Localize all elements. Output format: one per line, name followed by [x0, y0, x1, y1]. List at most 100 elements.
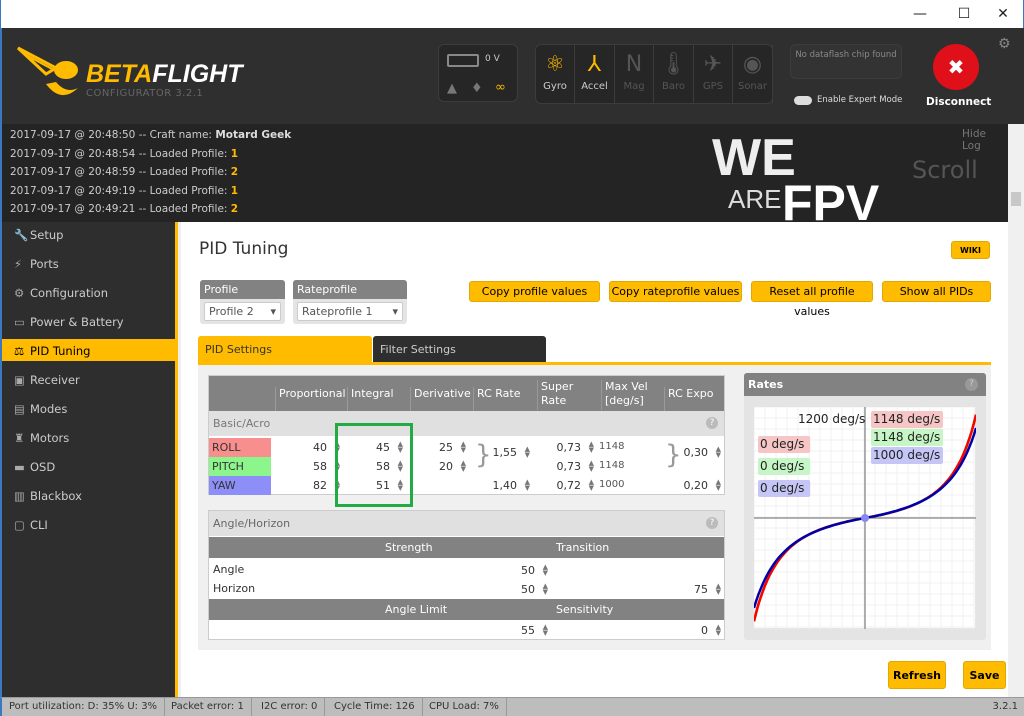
angle-limit-header: Angle Limit [385, 603, 448, 616]
scrollbar-thumb[interactable] [1011, 192, 1021, 206]
tab-filter-settings[interactable]: Filter Settings [373, 336, 546, 363]
pitch-d-input[interactable]: 20 ▲ ▼ [406, 457, 469, 476]
tab-pid-settings[interactable]: PID Settings [198, 336, 372, 363]
scrollbar[interactable] [1008, 124, 1024, 697]
roll-d-input[interactable]: 25 ▲ ▼ [406, 438, 469, 457]
version: 3.2.1 [992, 701, 1018, 712]
settings-gear-icon[interactable]: ⚙ [998, 36, 1011, 52]
copy-profile-button[interactable]: Copy profile values [469, 281, 600, 302]
rc-expo-bracket: } [665, 440, 682, 470]
rateprofile-select[interactable]: Rateprofile 1 ▾ [297, 302, 403, 321]
log-line: 2017-09-17 @ 20:49:21 -- Loaded Profile:… [10, 200, 238, 218]
horizon-strength-input[interactable]: 50 ▲ ▼ [381, 580, 551, 599]
roll-p-input[interactable]: 40 ▲ ▼ [271, 438, 343, 457]
help-icon[interactable]: ? [965, 378, 978, 391]
battery-panel: 0 V ▲ ♦ ∞ [438, 44, 518, 102]
log-panel: 2017-09-17 @ 20:48:50 -- Craft name: Mot… [0, 124, 1008, 231]
sensitivity-input[interactable]: 0 ▲ ▼ [552, 621, 724, 640]
page-title: PID Tuning [199, 239, 289, 259]
strength-header: Strength [385, 541, 433, 554]
scroll-hint: Scroll [912, 156, 978, 184]
angle-header-row [209, 537, 724, 558]
sidebar-item-receiver[interactable]: ▣ Receiver [2, 368, 178, 392]
show-all-pids-button[interactable]: Show all PIDs [882, 281, 991, 302]
yaw-super-rate-input[interactable]: 0,72 ▲ ▼ [533, 476, 597, 495]
pitch-super-rate-input[interactable]: 0,73 ▲ ▼ [533, 457, 597, 476]
basic-acro-title: Basic/Acro [209, 411, 724, 436]
horizon-label: Horizon [213, 582, 256, 595]
betaflight-logo-icon [16, 46, 78, 96]
angle-label: Angle [213, 563, 245, 576]
angle-limit-input[interactable]: 55 ▲ ▼ [381, 621, 551, 640]
sidebar-item-label: Modes [30, 402, 68, 416]
sidebar-item-setup[interactable]: 🔧 Setup [2, 223, 178, 247]
reset-profile-button[interactable]: Reset all profile values [751, 281, 873, 318]
sidebar-item-label: Power & Battery [30, 315, 124, 329]
sidebar-item-cli[interactable]: ▢ CLI [2, 513, 178, 537]
disconnect-usb-icon[interactable]: ✖ [933, 44, 979, 90]
packet-error: Packet error: 1 [164, 698, 252, 716]
sidebar-item-configuration[interactable]: ⚙ Configuration [2, 281, 178, 305]
motor-icon: ♜ [14, 431, 25, 445]
close-button[interactable]: ✕ [986, 0, 1020, 28]
refresh-button[interactable]: Refresh [888, 661, 946, 689]
help-icon[interactable]: ? [706, 417, 718, 429]
log-line: 2017-09-17 @ 20:48:54 -- Loaded Profile:… [10, 145, 238, 163]
hide-log-link[interactable]: Hide Log [962, 128, 1008, 152]
receiver-icon: ▣ [14, 373, 25, 387]
sonar-icon: ◉ [742, 52, 763, 77]
pid-header-row: Proportional Integral Derivative RC Rate Sup… [209, 376, 724, 417]
disconnect-button[interactable]: Disconnect [926, 96, 991, 108]
sidebar-item-label: PID Tuning [30, 344, 91, 358]
log-line: 2017-09-17 @ 20:48:59 -- Loaded Profile:… [10, 163, 238, 181]
pitch-p-input[interactable]: 58 ▲ ▼ [271, 457, 343, 476]
sensor-gyro: ⚛ Gyro [536, 45, 575, 103]
yaw-rc-rate-input[interactable]: 1,40 ▲ ▼ [469, 476, 533, 495]
expert-mode-toggle[interactable] [794, 96, 812, 105]
axis-label-roll: ROLL [209, 438, 271, 457]
gear-icon: ⚙ [14, 286, 25, 300]
max-vel-value: 1000 [599, 479, 625, 490]
yaw-rc-expo-input[interactable]: 0,20 ▲ ▼ [660, 476, 724, 495]
sidebar-item-label: Ports [30, 257, 59, 271]
cycle-time: Cycle Time: 126 [327, 698, 423, 716]
sidebar-item-osd[interactable]: ▬ OSD [2, 455, 178, 479]
save-button[interactable]: Save [963, 661, 1006, 689]
sensor-baro: 🌡 Baro [655, 45, 694, 103]
sidebar-item-pid-tuning[interactable]: ⚖ PID Tuning [2, 339, 178, 361]
pid-icon: ⚖ [14, 344, 25, 358]
log-value: 2 [230, 166, 239, 178]
wiki-button[interactable]: WIKI [951, 241, 990, 259]
sidebar-item-modes[interactable]: ▤ Modes [2, 397, 178, 421]
header: BETAFLIGHT CONFIGURATOR 3.2.1 0 V ▲ ♦ ∞ … [0, 28, 1024, 124]
rc-rate-bracket: } [475, 440, 492, 470]
angle-strength-input[interactable]: 50 ▲ ▼ [381, 561, 551, 580]
log-line: 2017-09-17 @ 20:49:19 -- Loaded Profile:… [10, 182, 238, 200]
modes-icon: ▤ [14, 402, 25, 416]
profile-select[interactable]: Profile 2 ▾ [204, 302, 281, 321]
maximize-button[interactable]: ☐ [947, 0, 981, 28]
rates-panel: Rates ? 1200 deg/s 1148 deg/s 1148 deg/s 10… [744, 373, 986, 640]
gps-icon: ✈ [703, 52, 723, 77]
sensor-label: Gyro [543, 81, 567, 92]
app-version: CONFIGURATOR 3.2.1 [86, 88, 204, 99]
yaw-p-input[interactable]: 82 ▲ ▼ [271, 476, 343, 495]
roll-super-rate-input[interactable]: 0,73 ▲ ▼ [533, 438, 597, 457]
log-value: 1 [230, 184, 239, 197]
sidebar-item-motors[interactable]: ♜ Motors [2, 426, 178, 450]
pid-table: Proportional Integral Derivative RC Rate Sup… [208, 375, 725, 495]
status-bar: Port utilization: D: 35% U: 3% Packet er… [0, 697, 1024, 716]
mag-icon: N [625, 52, 643, 77]
osd-icon: ▬ [14, 460, 25, 474]
link-icon: ∞ [495, 80, 506, 95]
sidebar-item-power-battery[interactable]: ▭ Power & Battery [2, 310, 178, 334]
roll-current-rate-label: 0 deg/s [760, 437, 804, 451]
sidebar-item-blackbox[interactable]: ▥ Blackbox [2, 484, 178, 508]
log-text: 2017-09-17 @ 20:48:50 -- Craft name: [10, 129, 216, 141]
logo-text: BETAFLIGHT [86, 60, 243, 88]
minimize-button[interactable]: — [903, 0, 937, 28]
horizon-transition-input[interactable]: 75 ▲ ▼ [552, 580, 724, 599]
help-icon[interactable]: ? [706, 517, 718, 529]
copy-rateprofile-button[interactable]: Copy rateprofile values [609, 281, 742, 302]
sidebar-item-ports[interactable]: ⚡ Ports [2, 252, 178, 276]
